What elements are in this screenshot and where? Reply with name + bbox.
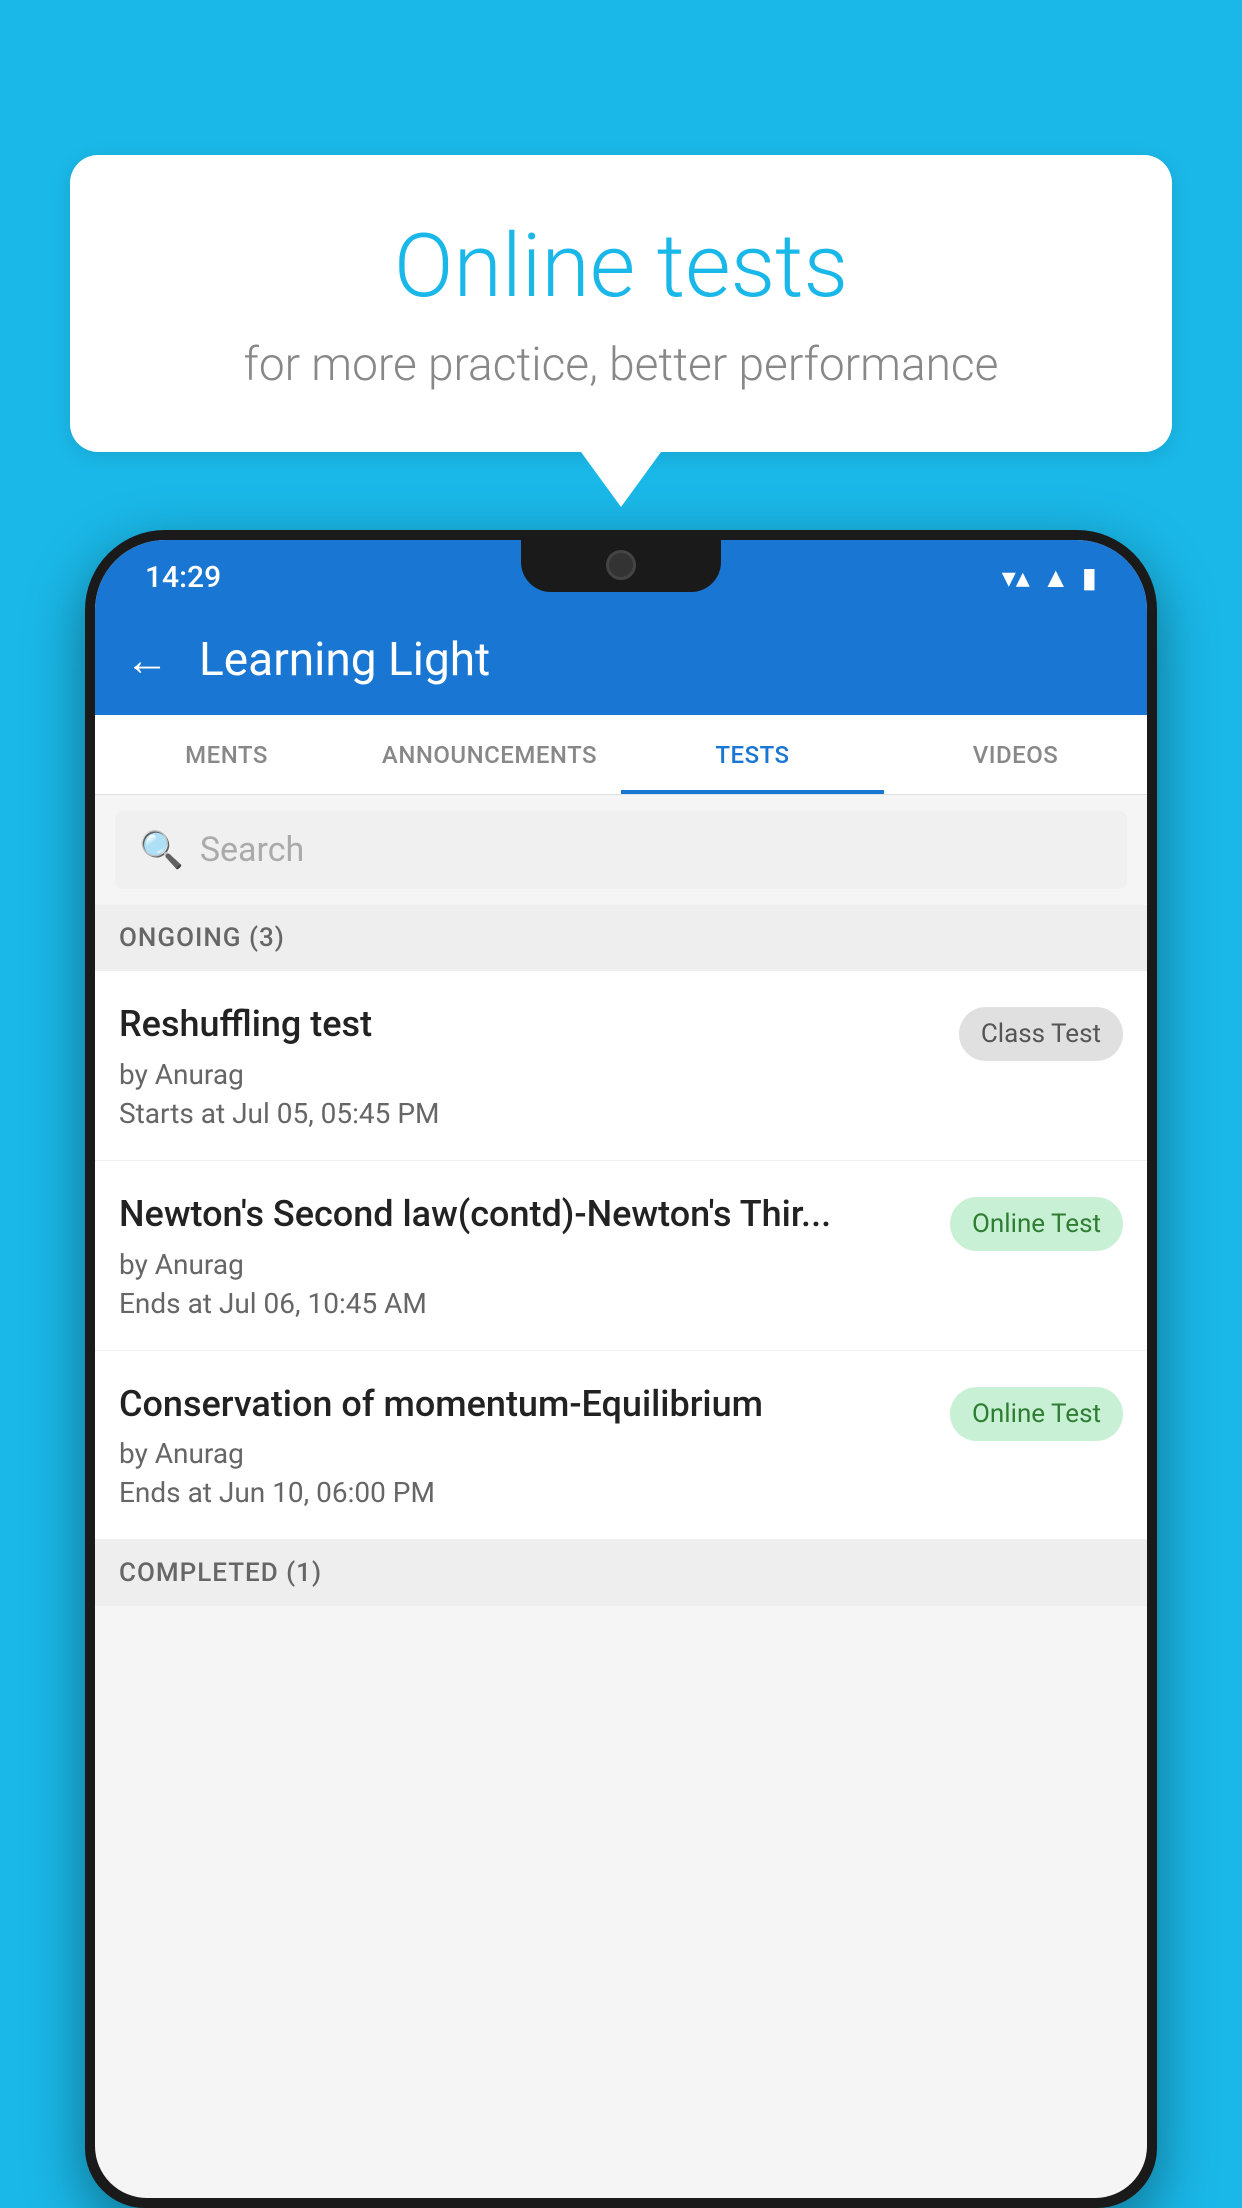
app-title: Learning Light (199, 633, 490, 687)
phone-screen: 14:29 ▾▴ ▲ ▮ ← Learning Light MENTS ANNO… (95, 540, 1147, 2198)
speech-bubble-subtitle: for more practice, better performance (150, 338, 1092, 392)
tab-tests[interactable]: TESTS (621, 715, 884, 794)
search-bar[interactable]: 🔍 Search (115, 811, 1127, 889)
ongoing-section-header: ONGOING (3) (95, 905, 1147, 971)
back-button[interactable]: ← (125, 634, 169, 686)
speech-bubble-title: Online tests (150, 215, 1092, 318)
test-name: Conservation of momentum-Equilibrium (119, 1381, 930, 1428)
test-date: Ends at Jul 06, 10:45 AM (119, 1287, 930, 1320)
online-test-badge: Online Test (950, 1197, 1123, 1251)
tab-ments[interactable]: MENTS (95, 715, 358, 794)
battery-icon: ▮ (1082, 561, 1097, 594)
test-author: by Anurag (119, 1437, 930, 1470)
test-info: Conservation of momentum-Equilibrium by … (119, 1381, 930, 1510)
speech-bubble-container: Online tests for more practice, better p… (70, 155, 1172, 507)
wifi-icon: ▾▴ (1002, 561, 1030, 594)
phone-frame: 14:29 ▾▴ ▲ ▮ ← Learning Light MENTS ANNO… (85, 530, 1157, 2208)
speech-bubble-arrow (581, 452, 661, 507)
test-name: Reshuffling test (119, 1001, 939, 1048)
test-author: by Anurag (119, 1058, 939, 1091)
app-bar: ← Learning Light (95, 605, 1147, 715)
test-date: Ends at Jun 10, 06:00 PM (119, 1476, 930, 1509)
completed-section-header: COMPLETED (1) (95, 1540, 1147, 1606)
search-placeholder: Search (200, 830, 304, 870)
search-icon: 🔍 (139, 829, 184, 871)
test-item-reshuffling[interactable]: Reshuffling test by Anurag Starts at Jul… (95, 971, 1147, 1161)
test-info: Newton's Second law(contd)-Newton's Thir… (119, 1191, 930, 1320)
online-test-badge-2: Online Test (950, 1387, 1123, 1441)
phone-notch (521, 540, 721, 592)
tab-bar: MENTS ANNOUNCEMENTS TESTS VIDEOS (95, 715, 1147, 795)
test-item-conservation[interactable]: Conservation of momentum-Equilibrium by … (95, 1351, 1147, 1541)
status-time: 14:29 (145, 560, 221, 595)
phone-camera (606, 550, 636, 580)
class-test-badge: Class Test (959, 1007, 1123, 1061)
test-author: by Anurag (119, 1248, 930, 1281)
test-info: Reshuffling test by Anurag Starts at Jul… (119, 1001, 939, 1130)
tab-videos[interactable]: VIDEOS (884, 715, 1147, 794)
status-icons: ▾▴ ▲ ▮ (1002, 561, 1097, 594)
test-list: Reshuffling test by Anurag Starts at Jul… (95, 971, 1147, 1540)
signal-icon: ▲ (1042, 561, 1070, 594)
test-item-newton[interactable]: Newton's Second law(contd)-Newton's Thir… (95, 1161, 1147, 1351)
tab-announcements[interactable]: ANNOUNCEMENTS (358, 715, 621, 794)
test-name: Newton's Second law(contd)-Newton's Thir… (119, 1191, 930, 1238)
speech-bubble: Online tests for more practice, better p… (70, 155, 1172, 452)
test-date: Starts at Jul 05, 05:45 PM (119, 1097, 939, 1130)
